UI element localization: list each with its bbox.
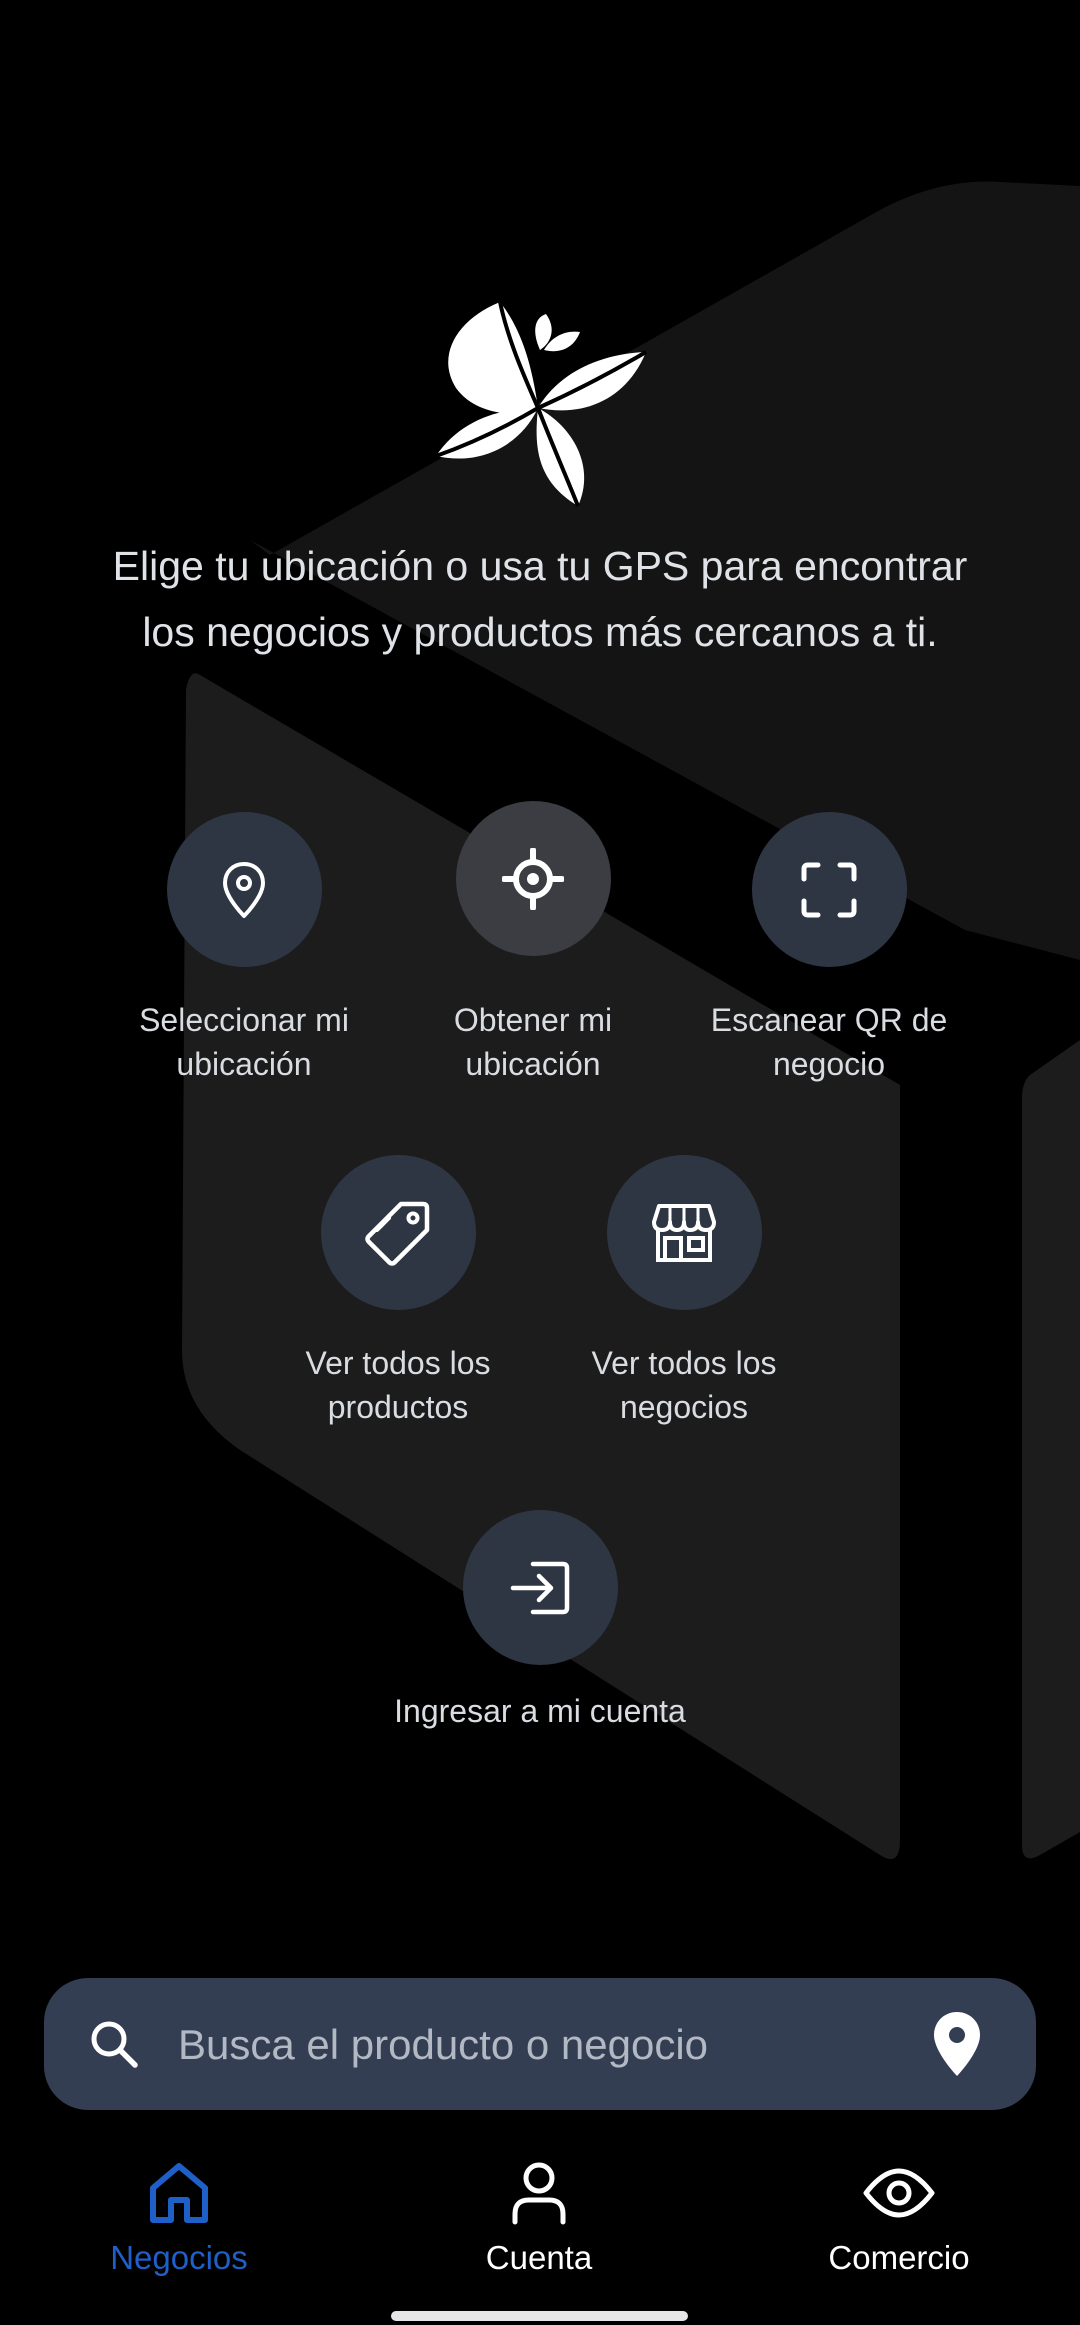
- select-location-button[interactable]: Seleccionar mi ubicación: [94, 812, 394, 1086]
- all-businesses-label-line-1: Ver todos los: [591, 1345, 777, 1381]
- get-location-circle[interactable]: [455, 801, 611, 956]
- store-icon: [652, 1203, 716, 1262]
- nav-item-cuenta[interactable]: Cuenta: [409, 2155, 669, 2277]
- location-pin-button[interactable]: [932, 2010, 982, 2083]
- all-products-label-line-1: Ver todos los: [305, 1345, 491, 1381]
- intro-text: Elige tu ubicación o usa tu GPS para enc…: [60, 533, 1020, 665]
- nav-item-negocios[interactable]: Negocios: [49, 2155, 309, 2277]
- nav-label-comercio: Comercio: [828, 2239, 970, 2276]
- search-bar[interactable]: [44, 1978, 1036, 2110]
- location-pin-icon: [934, 2012, 980, 2076]
- qr-scan-icon: [801, 862, 857, 917]
- intro-line-1: Elige tu ubicación o usa tu GPS para enc…: [112, 543, 968, 589]
- intro-line-2: los negocios y productos más cercanos a …: [142, 609, 938, 655]
- nav-label-negocios: Negocios: [110, 2239, 248, 2276]
- login-circle[interactable]: [462, 1510, 618, 1665]
- all-products-label-line-2: productos: [327, 1389, 469, 1425]
- home-icon: [150, 2163, 208, 2223]
- scan-qr-circle[interactable]: [751, 812, 907, 967]
- select-location-circle[interactable]: [166, 812, 322, 967]
- select-location-label-line-2: ubicación: [176, 1046, 312, 1082]
- scan-qr-label-line-2: negocio: [772, 1046, 886, 1082]
- all-businesses-label-line-2: negocios: [619, 1389, 749, 1425]
- tag-icon: [365, 1201, 430, 1266]
- crosshair-icon: [502, 847, 564, 910]
- login-button[interactable]: Ingresar a mi cuenta: [390, 1510, 690, 1733]
- login-label-line-1: Ingresar a mi cuenta: [394, 1693, 686, 1729]
- get-location-label: Obtener mi ubicación: [383, 998, 683, 1086]
- nav-label-cuenta: Cuenta: [485, 2239, 593, 2276]
- user-icon: [512, 2162, 566, 2225]
- get-location-button[interactable]: Obtener mi ubicación: [383, 801, 683, 1086]
- search-input[interactable]: [176, 2002, 940, 2088]
- scan-qr-button[interactable]: Escanear QR de negocio: [679, 812, 979, 1086]
- home-indicator[interactable]: [391, 2311, 688, 2321]
- nav-item-comercio[interactable]: Comercio: [769, 2155, 1029, 2277]
- scan-qr-label: Escanear QR de negocio: [679, 998, 979, 1086]
- app-logo: [435, 301, 648, 507]
- bottom-navigation: Negocios Cuenta Comercio: [0, 2135, 1080, 2325]
- select-location-label: Seleccionar mi ubicación: [94, 998, 394, 1086]
- login-icon: [510, 1561, 570, 1614]
- search-icon: [91, 2021, 138, 2068]
- all-businesses-label: Ver todos los negocios: [534, 1341, 834, 1429]
- select-location-label-line-1: Seleccionar mi: [139, 1002, 349, 1038]
- login-label: Ingresar a mi cuenta: [390, 1689, 690, 1733]
- get-location-label-line-1: Obtener mi: [453, 1002, 613, 1038]
- scan-qr-label-line-1: Escanear QR de: [710, 1002, 948, 1038]
- all-products-label: Ver todos los productos: [248, 1341, 548, 1429]
- all-businesses-button[interactable]: Ver todos los negocios: [534, 1155, 834, 1429]
- all-products-circle[interactable]: [320, 1155, 476, 1310]
- all-businesses-circle[interactable]: [606, 1155, 762, 1310]
- all-products-button[interactable]: Ver todos los productos: [248, 1155, 548, 1429]
- get-location-label-line-2: ubicación: [465, 1046, 601, 1082]
- map-pin-icon: [223, 861, 265, 918]
- eye-icon: [863, 2168, 935, 2218]
